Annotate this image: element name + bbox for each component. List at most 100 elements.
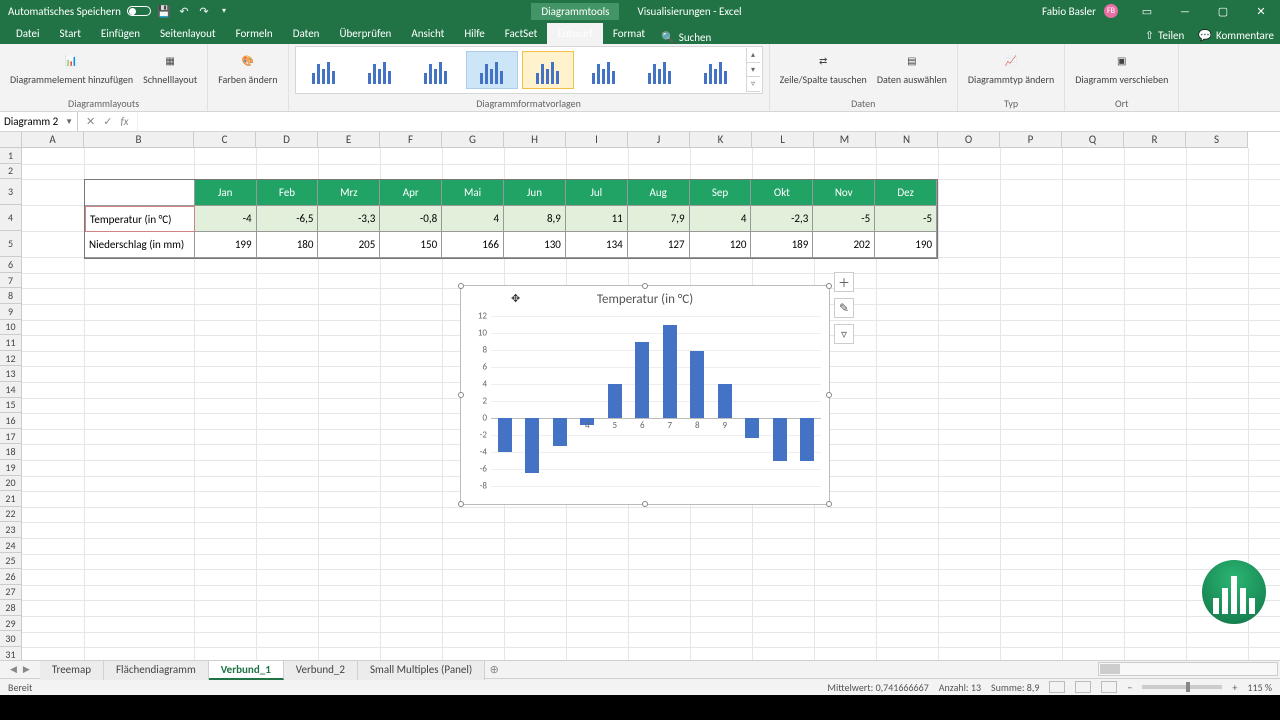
resize-handle[interactable] <box>826 283 832 289</box>
row-header[interactable]: 3 <box>0 179 22 205</box>
chart-bar[interactable] <box>690 351 704 418</box>
fx-icon[interactable]: fx <box>120 115 128 128</box>
tab-format[interactable]: Format <box>603 23 655 44</box>
search-icon[interactable]: 🔍 <box>661 31 675 44</box>
table-cell[interactable]: 205 <box>318 232 380 258</box>
column-header[interactable]: M <box>814 132 876 148</box>
column-header[interactable]: N <box>876 132 938 148</box>
chart-bar[interactable] <box>745 418 759 438</box>
table-cell[interactable]: -4 <box>195 206 257 232</box>
column-header[interactable]: D <box>256 132 318 148</box>
chart-bar[interactable] <box>800 418 814 461</box>
row-header[interactable]: 29 <box>0 616 22 632</box>
resize-handle[interactable] <box>642 501 648 507</box>
maximize-icon[interactable]: ▢ <box>1206 0 1240 22</box>
tab-daten[interactable]: Daten <box>283 23 330 44</box>
row-header[interactable]: 7 <box>0 273 22 289</box>
resize-handle[interactable] <box>826 501 832 507</box>
column-header[interactable]: L <box>752 132 814 148</box>
row-header[interactable]: 23 <box>0 522 22 538</box>
tab-datei[interactable]: Datei <box>6 23 50 44</box>
sheet-nav-next-icon[interactable]: ▶ <box>23 664 30 675</box>
column-header[interactable]: K <box>690 132 752 148</box>
column-header[interactable]: E <box>318 132 380 148</box>
row-header[interactable]: 10 <box>0 320 22 336</box>
column-header[interactable]: Q <box>1062 132 1124 148</box>
table-header[interactable]: Aug <box>628 180 690 206</box>
table-header[interactable]: Apr <box>380 180 442 206</box>
redo-icon[interactable]: ↷ <box>197 4 211 18</box>
tab-ueberpruefen[interactable]: Überprüfen <box>329 23 401 44</box>
spreadsheet-grid[interactable]: ABCDEFGHIJKLMNOPQRS 12345678910111213141… <box>0 132 1280 660</box>
row-header[interactable]: 14 <box>0 382 22 398</box>
table-cell[interactable]: 7,9 <box>628 206 690 232</box>
select-all-corner[interactable] <box>0 132 22 148</box>
close-icon[interactable]: ✕ <box>1244 0 1278 22</box>
column-header[interactable]: G <box>442 132 504 148</box>
qat-customize-icon[interactable]: ▾ <box>217 4 231 18</box>
share-button[interactable]: ⇧Teilen <box>1145 29 1184 42</box>
table-cell[interactable]: -2,3 <box>751 206 813 232</box>
comments-button[interactable]: 💬Kommentare <box>1198 29 1274 42</box>
resize-handle[interactable] <box>458 501 464 507</box>
row-header[interactable]: 4 <box>0 205 22 231</box>
table-cell[interactable]: 180 <box>257 232 319 258</box>
sheet-nav-prev-icon[interactable]: ◀ <box>10 664 17 675</box>
row-header[interactable]: 25 <box>0 553 22 569</box>
table-cell[interactable]: -5 <box>875 206 937 232</box>
tell-me[interactable]: Suchen <box>679 31 712 44</box>
resize-handle[interactable] <box>458 283 464 289</box>
table-cell[interactable]: -6,5 <box>257 206 319 232</box>
tab-hilfe[interactable]: Hilfe <box>454 23 494 44</box>
row-header[interactable]: 28 <box>0 600 22 616</box>
zoom-in-button[interactable]: + <box>1232 681 1237 694</box>
row-header[interactable]: 18 <box>0 444 22 460</box>
table-cell[interactable]: 11 <box>566 206 628 232</box>
chart-bar[interactable] <box>608 384 622 418</box>
table-cell[interactable]: 134 <box>566 232 628 258</box>
sheet-tab[interactable]: Flächendiagramm <box>104 660 209 680</box>
change-colors-button[interactable]: 🎨 Farben ändern <box>214 46 281 87</box>
table-cell[interactable]: 127 <box>628 232 690 258</box>
table-header[interactable]: Mai <box>442 180 504 206</box>
sheet-tab[interactable]: Small Multiples (Panel) <box>358 660 485 680</box>
add-chart-element-button[interactable]: 📊 Diagrammelement hinzufügen <box>6 46 137 87</box>
resize-handle[interactable] <box>826 392 832 398</box>
tab-formeln[interactable]: Formeln <box>226 23 283 44</box>
page-break-view-button[interactable] <box>1101 681 1117 693</box>
table-cell[interactable]: 8,9 <box>504 206 566 232</box>
zoom-slider[interactable] <box>1142 685 1222 689</box>
table-header[interactable]: Okt <box>751 180 813 206</box>
column-header[interactable]: C <box>194 132 256 148</box>
minimize-icon[interactable]: — <box>1168 0 1202 22</box>
tab-einfuegen[interactable]: Einfügen <box>91 23 150 44</box>
column-header[interactable]: S <box>1186 132 1248 148</box>
autosave-toggle[interactable]: Automatisches Speichern <box>8 5 151 18</box>
row-header[interactable]: 16 <box>0 413 22 429</box>
chart-filters-button[interactable]: ▿ <box>834 324 854 344</box>
table-cell[interactable]: 199 <box>195 232 257 258</box>
zoom-level[interactable]: 115 % <box>1247 681 1272 694</box>
select-data-button[interactable]: ▤ Daten auswählen <box>873 46 951 87</box>
chart-bar[interactable] <box>498 418 512 452</box>
table-cell[interactable]: -3,3 <box>318 206 380 232</box>
row-header[interactable]: 17 <box>0 429 22 445</box>
row-header[interactable]: 11 <box>0 335 22 351</box>
row-header[interactable]: 15 <box>0 398 22 414</box>
chart-bar[interactable] <box>525 418 539 473</box>
table-header[interactable]: Nov <box>813 180 875 206</box>
chevron-down-icon[interactable]: ▼ <box>65 117 73 127</box>
row-header[interactable]: 24 <box>0 538 22 554</box>
avatar[interactable]: FB <box>1104 4 1118 18</box>
sheet-tab[interactable]: Verbund_2 <box>284 660 358 680</box>
zoom-out-button[interactable]: − <box>1127 681 1132 694</box>
page-layout-view-button[interactable] <box>1075 681 1091 693</box>
change-chart-type-button[interactable]: 📈 Diagrammtyp ändern <box>964 46 1058 87</box>
table-header[interactable]: Jul <box>566 180 628 206</box>
resize-handle[interactable] <box>642 283 648 289</box>
column-header[interactable]: H <box>504 132 566 148</box>
row-header[interactable]: 22 <box>0 507 22 523</box>
formula-input[interactable] <box>138 112 1280 131</box>
table-cell[interactable]: -0,8 <box>380 206 442 232</box>
column-header[interactable]: B <box>84 132 194 148</box>
